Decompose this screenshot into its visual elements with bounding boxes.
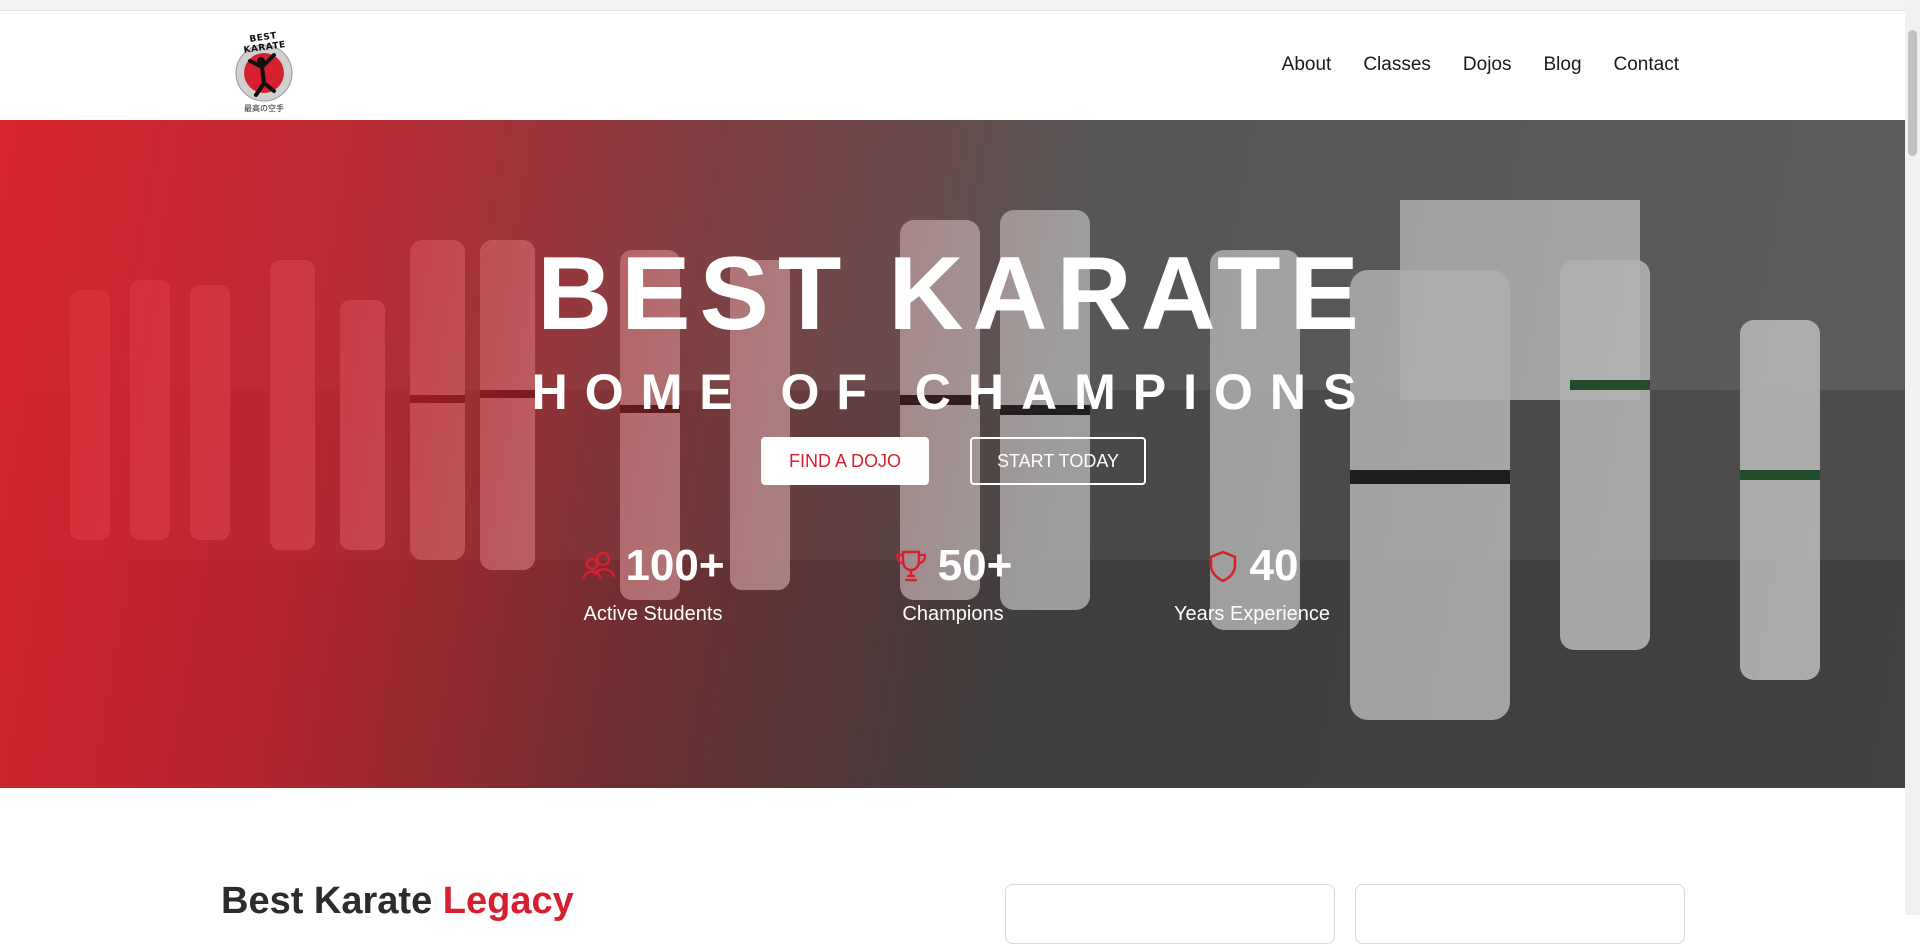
find-dojo-button[interactable]: FIND A DOJO bbox=[761, 437, 929, 485]
stat-label: Champions bbox=[902, 603, 1004, 625]
legacy-card bbox=[1005, 884, 1335, 944]
stat-label: Active Students bbox=[583, 603, 723, 625]
logo-text-bottom: 最高の空手 bbox=[244, 104, 284, 113]
stat-champions: 50+ Champions bbox=[843, 541, 1063, 626]
main-nav: About Classes Dojos Blog Contact bbox=[1250, 54, 1679, 76]
hero-section: BEST KARATE HOME OF CHAMPIONS FIND A DOJ… bbox=[0, 120, 1905, 788]
nav-dojos[interactable]: Dojos bbox=[1463, 54, 1512, 76]
trophy-icon bbox=[895, 550, 926, 582]
nav-classes[interactable]: Classes bbox=[1363, 54, 1431, 76]
legacy-section-title: Best Karate Legacy bbox=[221, 880, 574, 923]
stat-label: Years Experience bbox=[1173, 603, 1331, 625]
legacy-title-accent: Legacy bbox=[442, 880, 574, 922]
hero-subtitle: HOME OF CHAMPIONS bbox=[531, 364, 1374, 420]
stat-years-experience: 40 Years Experience bbox=[1142, 541, 1362, 626]
users-icon bbox=[582, 551, 616, 580]
nav-contact[interactable]: Contact bbox=[1614, 54, 1679, 76]
shield-icon bbox=[1209, 550, 1236, 583]
hero-red-gradient-overlay bbox=[0, 120, 1905, 788]
stat-value: 50+ bbox=[937, 541, 1013, 590]
start-today-button[interactable]: START TODAY bbox=[970, 437, 1146, 485]
legacy-card bbox=[1355, 884, 1685, 944]
nav-blog[interactable]: Blog bbox=[1543, 54, 1581, 76]
page-scrollbar[interactable] bbox=[1905, 0, 1920, 915]
site-header: BEST KARATE 最高の空手 About Classes Dojos Bl… bbox=[0, 11, 1905, 120]
stat-value: 40 bbox=[1249, 541, 1299, 590]
nav-about[interactable]: About bbox=[1282, 54, 1332, 76]
hero-title: BEST KARATE bbox=[537, 236, 1368, 352]
site-logo[interactable]: BEST KARATE 最高の空手 bbox=[228, 25, 300, 113]
stat-active-students: 100+ Active Students bbox=[543, 541, 763, 626]
legacy-title-main: Best Karate bbox=[221, 880, 443, 922]
browser-top-strip bbox=[0, 0, 1905, 11]
scrollbar-thumb[interactable] bbox=[1908, 30, 1917, 156]
stat-value: 100+ bbox=[625, 541, 725, 590]
